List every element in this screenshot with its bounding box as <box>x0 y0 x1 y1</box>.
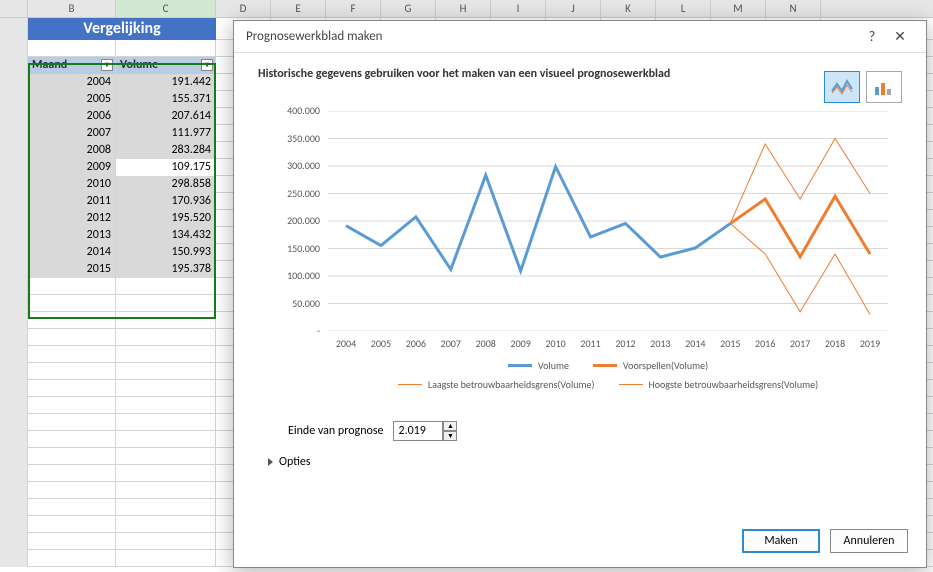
forecast-dialog: Prognosewerkblad maken ? ✕ Historische g… <box>233 20 927 568</box>
table-cell[interactable]: 2012 <box>28 210 116 227</box>
series-Voorspellen(Volume) <box>730 196 870 257</box>
table-cell[interactable]: 2014 <box>28 244 116 261</box>
table-cell[interactable]: 2013 <box>28 227 116 244</box>
col-header-N[interactable]: N <box>766 0 821 17</box>
line-chart-icon <box>830 77 854 97</box>
cancel-button[interactable]: Annuleren <box>830 529 908 553</box>
spin-up-button[interactable]: ▲ <box>443 421 457 431</box>
close-icon[interactable]: ✕ <box>886 21 914 53</box>
legend-lower: Laagste betrouwbaarheidsgrens(Volume) <box>428 378 595 391</box>
table-cell[interactable]: 2015 <box>28 261 116 278</box>
col-header-I[interactable]: I <box>491 0 546 17</box>
col-header-J[interactable]: J <box>546 0 601 17</box>
x-axis: 2004200520062007200820092010201120122013… <box>328 337 888 353</box>
chart-type-bar-button[interactable] <box>866 71 902 103</box>
table-cell[interactable]: 2005 <box>28 91 116 108</box>
chart-type-line-button[interactable] <box>824 71 860 103</box>
table-cell[interactable]: 191.442 <box>116 74 216 91</box>
chart-legend: Volume Voorspellen(Volume) Laagste betro… <box>328 359 888 397</box>
col-header-K[interactable]: K <box>601 0 656 17</box>
col-header-F[interactable]: F <box>326 0 381 17</box>
table-cell[interactable]: 2010 <box>28 176 116 193</box>
series-Volume <box>346 167 730 271</box>
col-header-E[interactable]: E <box>271 0 326 17</box>
legend-volume: Volume <box>538 359 569 372</box>
table-cell[interactable]: 109.175 <box>116 159 216 176</box>
filter-icon[interactable]: ▾ <box>201 59 213 71</box>
end-label: Einde van prognose <box>288 424 383 438</box>
table-cell[interactable]: 298.858 <box>116 176 216 193</box>
col-header-C[interactable]: C <box>116 0 216 17</box>
table-cell[interactable]: 134.432 <box>116 227 216 244</box>
forecast-chart: -50.000100.000150.000200.000250.000300.0… <box>268 111 898 411</box>
table-cell[interactable]: 207.614 <box>116 108 216 125</box>
col-header-G[interactable]: G <box>381 0 436 17</box>
table-cell[interactable]: 150.993 <box>116 244 216 261</box>
table-cell[interactable]: 2008 <box>28 142 116 159</box>
rowcol-corner[interactable] <box>0 0 28 17</box>
dialog-titlebar: Prognosewerkblad maken ? ✕ <box>234 21 926 53</box>
legend-upper: Hoogste betrouwbaarheidsgrens(Volume) <box>649 378 819 391</box>
forecast-end-control: Einde van prognose ▲ ▼ <box>288 421 902 441</box>
chevron-right-icon <box>268 458 273 466</box>
dialog-title: Prognosewerkblad maken <box>246 21 383 53</box>
end-input[interactable] <box>393 421 443 441</box>
chart-plot <box>328 111 888 331</box>
table-cell[interactable]: 2011 <box>28 193 116 210</box>
dialog-subtitle: Historische gegevens gebruiken voor het … <box>258 67 902 81</box>
create-button[interactable]: Maken <box>742 529 820 553</box>
table-cell[interactable]: 170.936 <box>116 193 216 210</box>
col-header-H[interactable]: H <box>436 0 491 17</box>
y-axis: -50.000100.000150.000200.000250.000300.0… <box>268 104 324 338</box>
filter-icon[interactable]: ▾ <box>101 59 113 71</box>
column-headers: B C D E F G H I J K L M N <box>0 0 933 18</box>
table-cell[interactable]: 195.378 <box>116 261 216 278</box>
table-cell[interactable]: 2006 <box>28 108 116 125</box>
table-header-volume[interactable]: Volume▾ <box>116 57 216 74</box>
table-cell[interactable]: 283.284 <box>116 142 216 159</box>
legend-forecast: Voorspellen(Volume) <box>623 359 708 372</box>
col-header-L[interactable]: L <box>656 0 711 17</box>
col-header-D[interactable]: D <box>216 0 271 17</box>
help-icon[interactable]: ? <box>858 21 886 53</box>
bar-chart-icon <box>872 77 896 97</box>
table-cell[interactable]: 155.371 <box>116 91 216 108</box>
table-cell[interactable]: 195.520 <box>116 210 216 227</box>
table-cell[interactable]: 2009 <box>28 159 116 176</box>
col-header-B[interactable]: B <box>28 0 116 17</box>
merged-title: Vergelijking <box>28 18 216 40</box>
series-Laagste betrouwbaarheidsgrens(Volume) <box>730 224 870 315</box>
col-header-M[interactable]: M <box>711 0 766 17</box>
series-Hoogste betrouwbaarheidsgrens(Volume) <box>730 139 870 224</box>
options-expander[interactable]: Opties <box>268 455 902 469</box>
spin-down-button[interactable]: ▼ <box>443 431 457 441</box>
table-cell[interactable]: 2004 <box>28 74 116 91</box>
table-cell[interactable]: 2007 <box>28 125 116 142</box>
table-cell[interactable]: 111.977 <box>116 125 216 142</box>
table-header-maand[interactable]: Maand▾ <box>28 57 116 74</box>
